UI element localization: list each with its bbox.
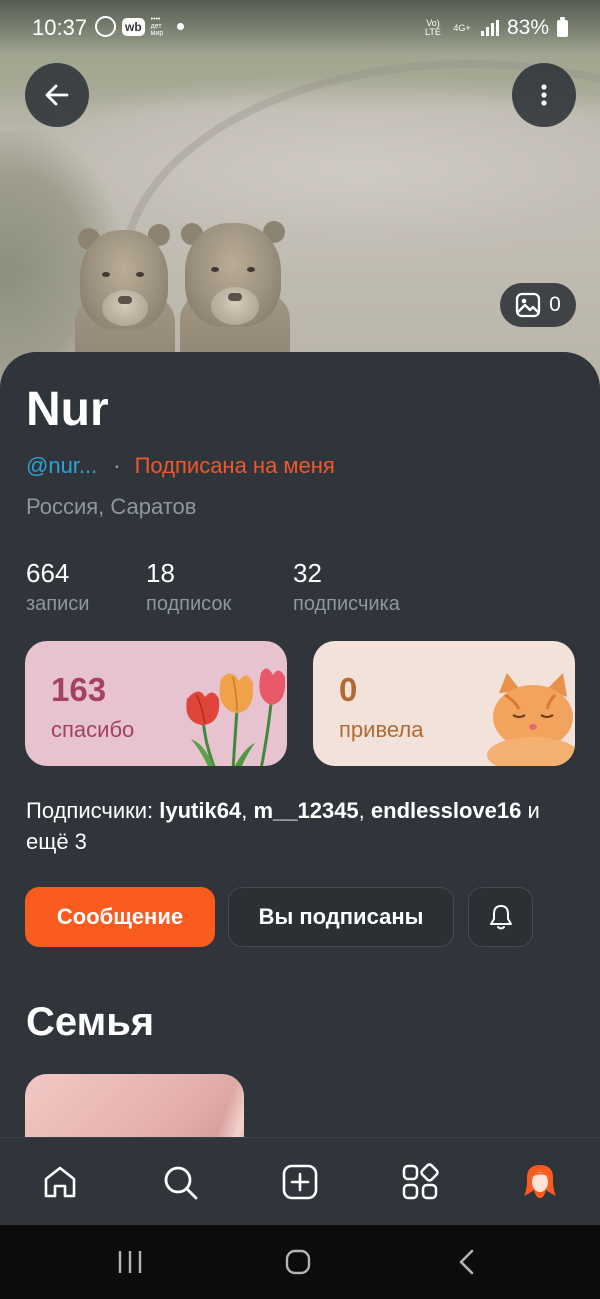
notification-icons: wb •••• дет мир [95, 16, 184, 37]
stat-posts[interactable]: 664 записи [26, 558, 89, 616]
volte-indicator: Vo) LTE [425, 18, 441, 37]
network-4g-indicator: 4G+ [453, 22, 471, 33]
system-navigation [0, 1225, 600, 1299]
profile-location: Россия, Саратов [26, 494, 197, 519]
section-title: Семья [26, 1000, 155, 1044]
follower-link-3[interactable]: endlesslove16 [371, 798, 521, 823]
stat-followers-label: подписчика [293, 593, 400, 615]
home-circle-icon [285, 1249, 311, 1275]
stat-following[interactable]: 18 подписок [146, 558, 231, 616]
home-icon [44, 1166, 76, 1198]
wb-app-icon: wb [122, 17, 145, 36]
nav-profile[interactable] [518, 1160, 562, 1204]
search-icon [164, 1166, 198, 1200]
followers-prefix: Подписчики: [26, 798, 154, 823]
recents-button[interactable] [110, 1245, 150, 1279]
apps-icon [402, 1163, 439, 1200]
follows-you-label: Подписана на меня [134, 453, 335, 478]
stat-posts-value: 664 [26, 558, 70, 588]
back-chevron-icon [459, 1249, 474, 1275]
hello-count: 0 [339, 671, 358, 708]
photos-count-button[interactable]: 0 [500, 283, 576, 327]
status-bar: 10:37 wb •••• дет мир Vo) LTE 4G+ 83% [0, 0, 600, 54]
cover-photo[interactable] [0, 0, 600, 400]
stat-following-value: 18 [146, 558, 175, 588]
follower-link-2[interactable]: m__12345 [253, 798, 358, 823]
kitten-illustration [487, 673, 575, 766]
thanks-label: спасибо [51, 717, 135, 742]
profile-avatar-icon [524, 1165, 556, 1198]
hello-tile[interactable]: 0 привела [313, 641, 575, 766]
message-button[interactable]: Сообщение [25, 887, 215, 947]
profile-handle[interactable]: @nur... [26, 453, 97, 479]
hello-label: привела [339, 717, 424, 742]
follower-link-1[interactable]: lyutik64 [159, 798, 241, 823]
more-vertical-icon [541, 84, 547, 106]
followers-comma-2: , [358, 798, 365, 823]
more-notifications-dot [176, 23, 184, 30]
profile-screen: 10:37 wb •••• дет мир Vo) LTE 4G+ 83% 0 … [0, 0, 600, 1299]
notifications-button[interactable] [468, 887, 533, 947]
thanks-count: 163 [51, 671, 107, 708]
system-indicators: Vo) LTE 4G+ 83% [423, 16, 568, 40]
nav-search[interactable] [158, 1160, 202, 1204]
home-system-button[interactable] [278, 1245, 318, 1279]
add-square-icon [282, 1164, 318, 1200]
profile-name: Nur [26, 383, 109, 436]
recents-icon [118, 1251, 142, 1273]
nav-create[interactable] [278, 1160, 322, 1204]
detmir-app-icon: •••• дет мир [150, 16, 164, 37]
stat-followers[interactable]: 32 подписчика [293, 558, 400, 616]
subscribed-button[interactable]: Вы подписаны [228, 887, 454, 947]
handle-separator: · [113, 453, 121, 478]
profile-handle-row: @nur... · Подписана на меня [26, 453, 335, 479]
status-time: 10:37 [32, 15, 88, 40]
bell-icon [489, 905, 512, 930]
followers-summary: Подписчики: lyutik64, m__12345, endlessl… [26, 795, 576, 857]
tulips-illustration [186, 668, 286, 766]
more-options-button[interactable] [512, 63, 576, 127]
nav-apps[interactable] [398, 1160, 442, 1204]
whatsapp-icon [95, 16, 116, 37]
lion-right [175, 215, 295, 367]
battery-percent: 83% [506, 16, 549, 39]
nav-home[interactable] [38, 1160, 82, 1204]
bottom-navigation [0, 1137, 600, 1225]
photos-count: 0 [549, 293, 561, 316]
stat-following-label: подписок [146, 593, 232, 615]
arrow-left-icon [45, 84, 69, 106]
signal-icon [480, 20, 499, 36]
lion-left [70, 220, 180, 370]
followers-comma-1: , [241, 798, 248, 823]
battery-icon [557, 16, 568, 37]
back-button[interactable] [25, 63, 89, 127]
stat-posts-label: записи [26, 593, 90, 615]
back-system-button[interactable] [446, 1245, 486, 1279]
thanks-tile[interactable]: 163 спасибо [25, 641, 287, 766]
image-icon [516, 292, 541, 318]
stat-followers-value: 32 [293, 558, 322, 588]
